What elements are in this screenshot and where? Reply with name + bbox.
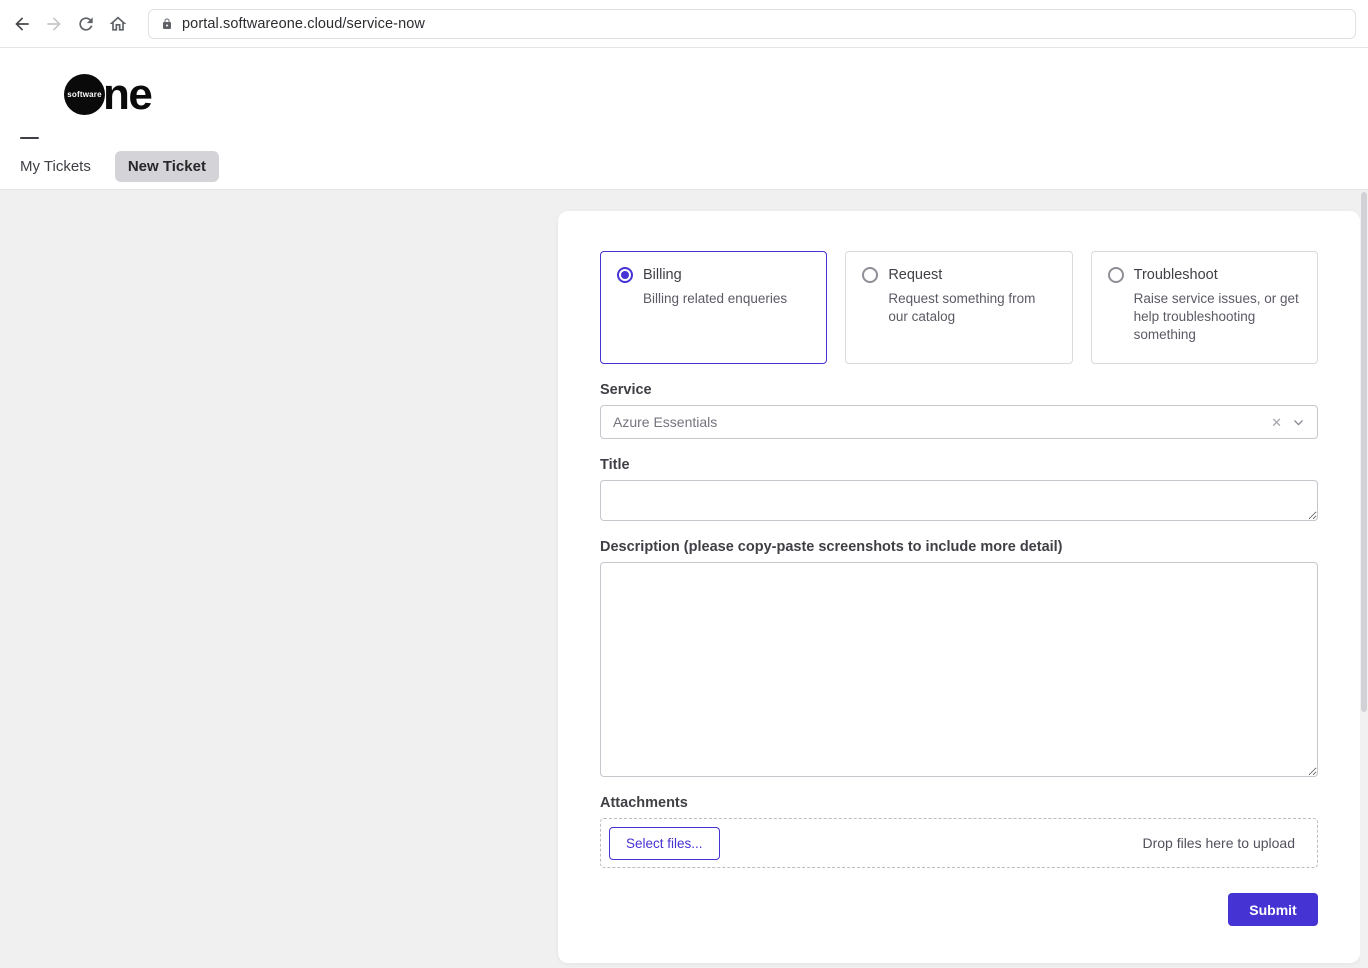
category-card-request[interactable]: Request Request something from our catal… <box>845 251 1072 364</box>
attachments-label: Attachments <box>600 793 1318 813</box>
home-button[interactable] <box>102 8 134 40</box>
home-icon <box>108 14 128 34</box>
reload-icon <box>76 14 96 34</box>
category-card-billing[interactable]: Billing Billing related enqueries <box>600 251 827 364</box>
reload-button[interactable] <box>70 8 102 40</box>
forward-icon <box>44 14 64 34</box>
drop-files-hint: Drop files here to upload <box>1142 835 1295 851</box>
back-icon <box>12 14 32 34</box>
browser-chrome: portal.softwareone.cloud/service-now <box>0 0 1368 48</box>
scrollbar-thumb[interactable] <box>1361 192 1367 712</box>
category-description: Request something from our catalog <box>888 290 1057 326</box>
title-label: Title <box>600 455 1318 475</box>
chevron-down-icon[interactable] <box>1292 416 1305 429</box>
softwareone-logo: software ne <box>64 74 151 115</box>
description-input[interactable] <box>600 562 1318 777</box>
radio-request[interactable] <box>862 267 878 283</box>
browser-window: portal.softwareone.cloud/service-now sof… <box>0 0 1368 968</box>
ticket-tabbar: My Tickets New Ticket <box>0 143 1368 190</box>
radio-troubleshoot[interactable] <box>1108 267 1124 283</box>
tab-new-ticket[interactable]: New Ticket <box>115 151 219 182</box>
submit-button[interactable]: Submit <box>1228 893 1318 926</box>
attachments-dropzone[interactable]: Select files... Drop files here to uploa… <box>600 818 1318 868</box>
tab-my-tickets[interactable]: My Tickets <box>20 158 91 175</box>
service-label: Service <box>600 380 1318 400</box>
category-description: Raise service issues, or get help troubl… <box>1134 290 1303 345</box>
category-label: Billing <box>643 267 682 283</box>
logo-text: ne <box>103 74 151 115</box>
address-bar[interactable]: portal.softwareone.cloud/service-now <box>148 9 1356 39</box>
clear-icon[interactable]: ✕ <box>1271 416 1282 429</box>
category-description: Billing related enqueries <box>643 290 812 308</box>
logo-disc: software <box>64 74 105 115</box>
new-ticket-form-card: Billing Billing related enqueries Reques… <box>558 211 1360 963</box>
page-content: Billing Billing related enqueries Reques… <box>0 190 1368 968</box>
back-button[interactable] <box>6 8 38 40</box>
submit-row: Submit <box>600 893 1318 926</box>
service-select[interactable]: Azure Essentials ✕ <box>600 405 1318 439</box>
service-select-value: Azure Essentials <box>613 414 717 430</box>
lock-icon <box>161 18 173 30</box>
radio-billing[interactable] <box>617 267 633 283</box>
description-label: Description (please copy-paste screensho… <box>600 537 1318 557</box>
select-files-button[interactable]: Select files... <box>609 827 720 860</box>
category-label: Troubleshoot <box>1134 267 1218 283</box>
url-text: portal.softwareone.cloud/service-now <box>182 16 425 32</box>
scrollbar[interactable] <box>1360 190 1368 968</box>
category-label: Request <box>888 267 942 283</box>
app-header: software ne <box>0 49 1368 143</box>
forward-button[interactable] <box>38 8 70 40</box>
category-card-troubleshoot[interactable]: Troubleshoot Raise service issues, or ge… <box>1091 251 1318 364</box>
title-input[interactable] <box>600 480 1318 521</box>
category-options: Billing Billing related enqueries Reques… <box>600 251 1318 364</box>
